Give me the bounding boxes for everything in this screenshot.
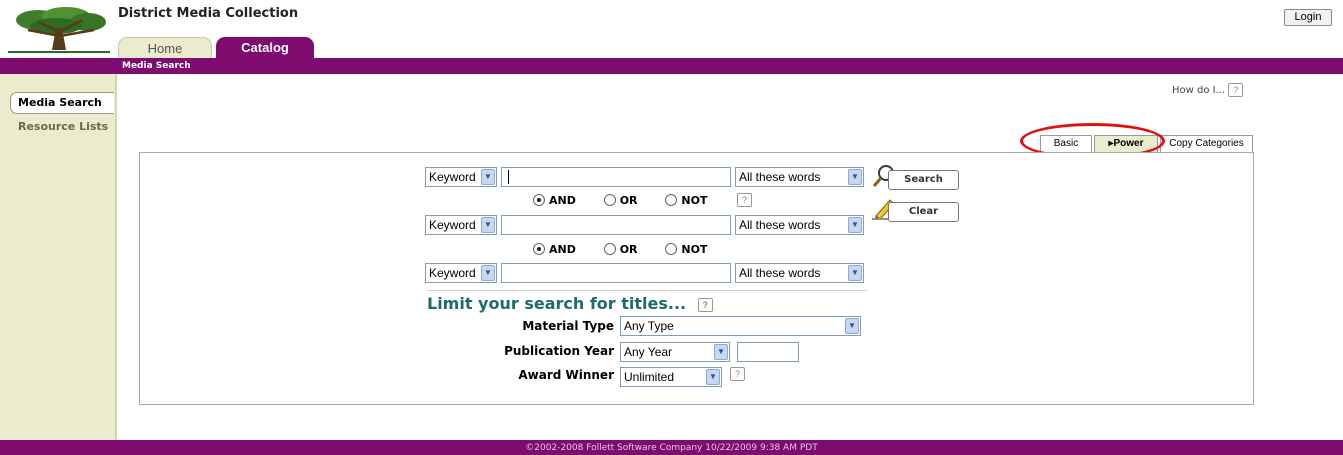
breadcrumb: Media Search [122,61,191,71]
publication-year-label: Publication Year [504,344,614,358]
search-input-3[interactable] [501,263,731,283]
material-type-select[interactable]: Any Type ▼ [620,316,861,336]
publication-year-value: Any Year [624,345,673,359]
award-winner-value: Unlimited [624,370,675,384]
nav-bar [0,58,1343,74]
radio-and-1[interactable] [533,194,545,206]
field-select-3[interactable]: Keyword ▼ [425,263,497,283]
match-select-1-value: All these words [739,170,821,184]
dropdown-arrow-icon: ▼ [714,344,728,360]
field-select-2-value: Keyword [429,218,476,232]
dropdown-arrow-icon: ▼ [848,169,862,185]
clear-button[interactable]: Clear [888,202,959,222]
match-select-1[interactable]: All these words ▼ [735,167,864,187]
radio-and-2-label[interactable]: AND [549,243,576,256]
tab-home[interactable]: Home [118,37,212,59]
radio-not-1[interactable] [665,194,678,206]
radio-not-1-label[interactable]: NOT [681,194,707,207]
app-title: District Media Collection [118,6,299,21]
dropdown-arrow-icon: ▼ [481,265,495,281]
match-select-2-value: All these words [739,218,821,232]
how-do-i-help[interactable]: How do I... ? [1172,83,1244,97]
limit-heading: Limit your search for titles... ? [427,294,713,313]
field-select-1[interactable]: Keyword ▼ [425,167,497,187]
radio-not-2-label[interactable]: NOT [681,243,707,256]
search-input-2[interactable] [501,215,731,235]
match-select-3[interactable]: All these words ▼ [735,263,864,283]
divider [427,290,867,291]
search-button[interactable]: Search [888,170,959,190]
operator-group-1: AND OR NOT [533,194,707,207]
operator-group-2: AND OR NOT [533,243,707,256]
dropdown-arrow-icon: ▼ [481,217,495,233]
field-select-1-value: Keyword [429,170,476,184]
operator-help-icon[interactable]: ? [737,193,752,207]
material-type-value: Any Type [624,319,674,333]
dropdown-arrow-icon: ▼ [481,169,495,185]
dropdown-arrow-icon: ▼ [848,265,862,281]
radio-or-1[interactable] [603,194,616,206]
text-cursor [508,170,509,184]
sidebar-item-resource-lists[interactable]: Resource Lists [18,120,108,133]
login-button[interactable]: Login [1284,9,1332,26]
logo-underline [8,51,110,53]
match-select-2[interactable]: All these words ▼ [735,215,864,235]
dropdown-arrow-icon: ▼ [845,318,859,334]
tree-logo-icon [16,7,106,50]
limit-help-icon[interactable]: ? [697,297,713,312]
help-icon[interactable]: ? [1228,83,1244,97]
limit-heading-text: Limit your search for titles... [427,294,687,313]
tab-catalog[interactable]: Catalog [216,37,314,59]
dropdown-arrow-icon: ▼ [848,217,862,233]
radio-and-2[interactable] [533,243,545,255]
footer-text: ©2002-2008 Follett Software Company 10/2… [525,443,818,453]
field-select-2[interactable]: Keyword ▼ [425,215,497,235]
sidebar-item-media-search[interactable]: Media Search [10,92,114,114]
radio-or-2-label[interactable]: OR [620,243,638,256]
award-help-icon[interactable]: ? [730,367,745,381]
award-winner-select[interactable]: Unlimited ▼ [620,367,722,387]
tab-copy-categories[interactable]: Copy Categories [1160,135,1253,153]
award-winner-label: Award Winner [518,368,614,382]
radio-not-2[interactable] [665,243,678,255]
dropdown-arrow-icon: ▼ [706,369,720,385]
material-type-label: Material Type [522,319,614,333]
radio-and-1-label[interactable]: AND [549,194,576,207]
radio-or-1-label[interactable]: OR [620,194,638,207]
search-input-1[interactable] [501,167,731,187]
how-do-i-label: How do I... [1172,85,1226,96]
publication-year-select[interactable]: Any Year ▼ [620,342,730,362]
field-select-3-value: Keyword [429,266,476,280]
match-select-3-value: All these words [739,266,821,280]
radio-or-2[interactable] [603,243,616,255]
publication-year-input[interactable] [737,342,799,362]
